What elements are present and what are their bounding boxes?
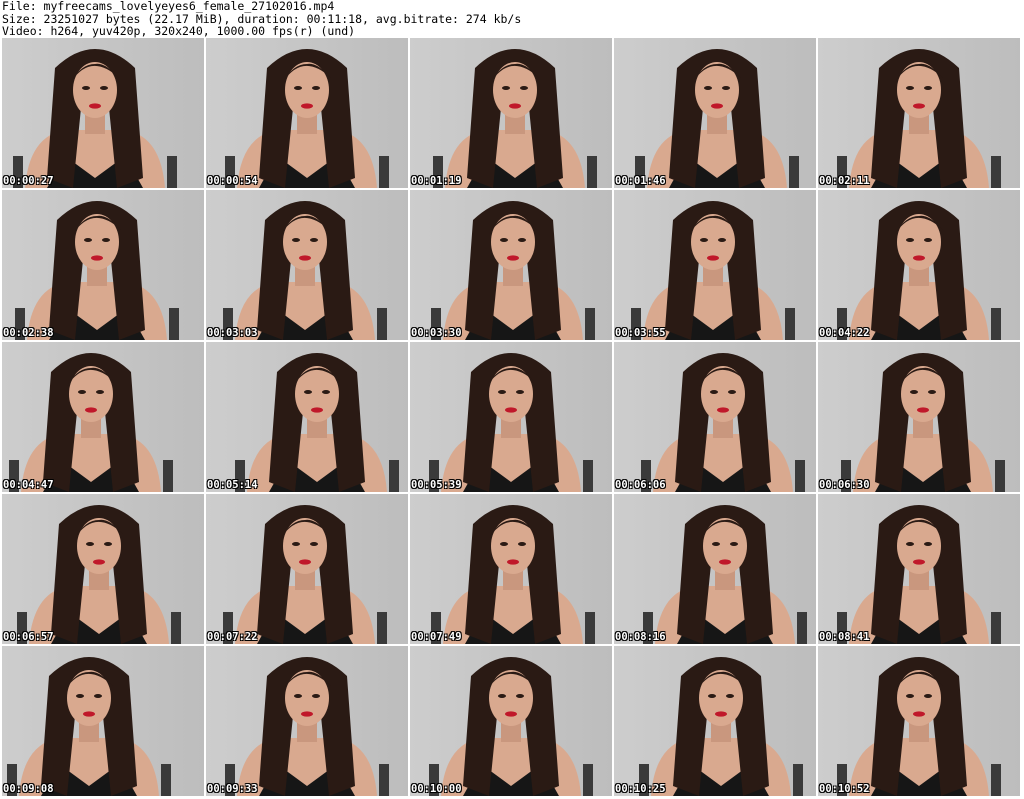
- video-frame-thumbnail: 00:10:52: [818, 646, 1020, 796]
- frame-timestamp: 00:08:16: [615, 631, 666, 643]
- video-frame-thumbnail: 00:01:19: [410, 38, 612, 188]
- frame-image: [818, 38, 1020, 188]
- video-frame-thumbnail: 00:00:27: [2, 38, 204, 188]
- video-frame-thumbnail: 00:05:39: [410, 342, 612, 492]
- frame-image: [2, 494, 204, 644]
- frame-timestamp: 00:10:00: [411, 783, 462, 795]
- video-frame-thumbnail: 00:03:55: [614, 190, 816, 340]
- video-frame-thumbnail: 00:03:03: [206, 190, 408, 340]
- video-frame-thumbnail: 00:05:14: [206, 342, 408, 492]
- frame-timestamp: 00:04:22: [819, 327, 870, 339]
- video-frame-thumbnail: 00:04:47: [2, 342, 204, 492]
- video-frame-thumbnail: 00:06:57: [2, 494, 204, 644]
- video-frame-thumbnail: 00:10:25: [614, 646, 816, 796]
- frame-image: [206, 342, 408, 492]
- frame-image: [614, 646, 816, 796]
- frame-timestamp: 00:05:39: [411, 479, 462, 491]
- video-frame-thumbnail: 00:06:30: [818, 342, 1020, 492]
- frame-timestamp: 00:09:08: [3, 783, 54, 795]
- frame-timestamp: 00:06:06: [615, 479, 666, 491]
- frame-image: [614, 494, 816, 644]
- video-frame-thumbnail: 00:03:30: [410, 190, 612, 340]
- frame-image: [2, 342, 204, 492]
- frame-timestamp: 00:07:22: [207, 631, 258, 643]
- frame-image: [614, 342, 816, 492]
- frame-timestamp: 00:05:14: [207, 479, 258, 491]
- contact-sheet: File: myfreecams_lovelyeyes6_female_2710…: [0, 0, 1024, 799]
- video-frame-thumbnail: 00:08:16: [614, 494, 816, 644]
- frame-image: [818, 342, 1020, 492]
- frame-image: [818, 190, 1020, 340]
- frame-image: [2, 38, 204, 188]
- frame-timestamp: 00:02:11: [819, 175, 870, 187]
- frame-image: [614, 190, 816, 340]
- frame-image: [410, 646, 612, 796]
- frame-timestamp: 00:01:46: [615, 175, 666, 187]
- video-frame-thumbnail: 00:00:54: [206, 38, 408, 188]
- frame-image: [206, 38, 408, 188]
- frame-image: [818, 646, 1020, 796]
- frame-image: [206, 190, 408, 340]
- frame-image: [614, 38, 816, 188]
- video-frame-thumbnail: 00:02:38: [2, 190, 204, 340]
- frame-image: [2, 190, 204, 340]
- frame-image: [410, 342, 612, 492]
- video-frame-thumbnail: 00:01:46: [614, 38, 816, 188]
- frame-timestamp: 00:06:30: [819, 479, 870, 491]
- frame-timestamp: 00:03:03: [207, 327, 258, 339]
- frame-timestamp: 00:08:41: [819, 631, 870, 643]
- video-frame-thumbnail: 00:07:22: [206, 494, 408, 644]
- frame-timestamp: 00:03:55: [615, 327, 666, 339]
- frame-timestamp: 00:10:52: [819, 783, 870, 795]
- frame-timestamp: 00:00:54: [207, 175, 258, 187]
- video-frame-thumbnail: 00:02:11: [818, 38, 1020, 188]
- frame-timestamp: 00:04:47: [3, 479, 54, 491]
- frame-timestamp: 00:00:27: [3, 175, 54, 187]
- video-frame-thumbnail: 00:04:22: [818, 190, 1020, 340]
- video-frame-thumbnail: 00:08:41: [818, 494, 1020, 644]
- frame-timestamp: 00:07:49: [411, 631, 462, 643]
- frame-timestamp: 00:02:38: [3, 327, 54, 339]
- video-frame-thumbnail: 00:10:00: [410, 646, 612, 796]
- frame-image: [410, 494, 612, 644]
- video-frame-thumbnail: 00:09:33: [206, 646, 408, 796]
- video-frame-thumbnail: 00:09:08: [2, 646, 204, 796]
- frame-timestamp: 00:01:19: [411, 175, 462, 187]
- frame-image: [206, 646, 408, 796]
- frame-timestamp: 00:06:57: [3, 631, 54, 643]
- frame-image: [410, 190, 612, 340]
- file-info-header: File: myfreecams_lovelyeyes6_female_2710…: [2, 0, 521, 38]
- frame-image: [206, 494, 408, 644]
- file-name-line: File: myfreecams_lovelyeyes6_female_2710…: [2, 0, 335, 13]
- frame-timestamp: 00:03:30: [411, 327, 462, 339]
- frame-image: [818, 494, 1020, 644]
- video-frame-thumbnail: 00:07:49: [410, 494, 612, 644]
- video-info-line: Video: h264, yuv420p, 320x240, 1000.00 f…: [2, 24, 356, 38]
- frame-timestamp: 00:10:25: [615, 783, 666, 795]
- frame-image: [2, 646, 204, 796]
- thumbnail-grid: 00:00:27 00:00:54 00:01:19 00:01:46 00:02:11…: [2, 38, 1022, 798]
- video-frame-thumbnail: 00:06:06: [614, 342, 816, 492]
- frame-timestamp: 00:09:33: [207, 783, 258, 795]
- frame-image: [410, 38, 612, 188]
